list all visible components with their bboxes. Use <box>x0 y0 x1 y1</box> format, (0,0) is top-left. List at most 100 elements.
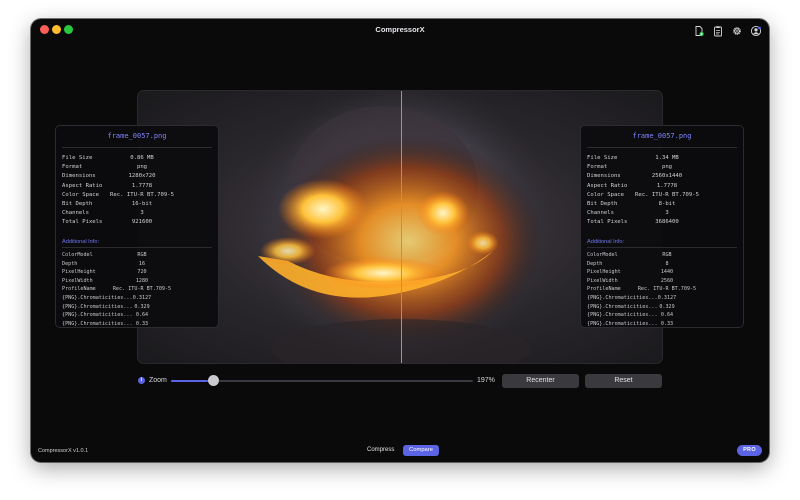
original-properties: File Size 0.86 MB Format png Dimensions 1280x… <box>62 155 212 229</box>
property-row: Total Pixels 921600 <box>62 219 212 228</box>
property-row: Format png <box>62 164 212 173</box>
property-key: ColorModel <box>62 252 93 258</box>
property-value: 0.64 <box>135 312 149 319</box>
property-key: {PNG}.Chromaticities... <box>587 303 658 310</box>
property-key: Channels <box>587 210 614 217</box>
property-row: Format png <box>587 164 737 173</box>
property-row: PixelWidth 2560 <box>587 278 737 287</box>
property-value: 2560x1440 <box>651 173 683 180</box>
property-value: 0.3127 <box>657 294 677 301</box>
property-key: Channels <box>62 210 89 217</box>
property-key: File Size <box>587 155 618 161</box>
property-value: 1280 <box>135 277 149 284</box>
property-value: 2560 <box>660 277 674 284</box>
property-row: {PNG}.Chromaticities... 0.3127 <box>587 295 737 304</box>
property-row: Dimensions 2560x1440 <box>587 173 737 182</box>
property-value: 8 <box>665 260 669 267</box>
zoom-slider-knob[interactable] <box>207 375 219 386</box>
property-key: Depth <box>587 260 603 267</box>
property-value: 1440 <box>660 269 674 276</box>
property-key: PixelHeight <box>587 269 621 276</box>
property-key: Aspect Ratio <box>587 182 628 189</box>
property-key: {PNG}.Chromaticities... <box>62 294 133 301</box>
property-key: Bit Depth <box>62 200 93 207</box>
property-row: Bit Depth 8-bit <box>587 201 737 210</box>
property-row: {PNG}.Chromaticities... 0.329 <box>62 304 212 313</box>
clipboard-icon[interactable] <box>712 25 724 37</box>
pro-badge[interactable]: PRO <box>737 445 762 456</box>
property-key: ColorModel <box>587 252 618 258</box>
property-value: png <box>136 164 148 171</box>
original-info-panel: frame_0057.png File Size 0.86 MB Format png… <box>55 125 219 328</box>
property-key: {PNG}.Chromaticities... <box>62 320 133 327</box>
property-value: 16-bit <box>131 200 153 207</box>
property-key: PixelWidth <box>62 277 93 284</box>
property-row: ProfileName Rec. ITU-R BT.709-5 <box>587 286 737 295</box>
property-row: {PNG}.Chromaticities... 0.64 <box>62 312 212 321</box>
property-key: PixelHeight <box>62 269 96 276</box>
property-row: {PNG}.Chromaticities... 0.3127 <box>62 295 212 304</box>
divider <box>62 247 212 248</box>
original-filename: frame_0057.png <box>107 132 167 140</box>
property-key: PixelWidth <box>587 277 618 284</box>
property-value: Rec. ITU-R BT.709-5 <box>637 286 697 293</box>
compressed-additional-properties[interactable]: ColorModel RGB Depth 8 PixelHeight 1440 PixelW… <box>587 252 737 327</box>
property-row: Color Space Rec. ITU-R BT.709-5 <box>62 192 212 201</box>
additional-info-label: Additional Info: <box>62 239 100 245</box>
tab-compare[interactable]: Compare <box>403 445 439 456</box>
original-additional-properties[interactable]: ColorModel RGB Depth 16 PixelHeight 720 PixelW… <box>62 252 212 327</box>
additional-info-label: Additional Info: <box>587 239 625 245</box>
property-key: Dimensions <box>587 173 621 180</box>
property-row: {PNG}.Chromaticities... 0.33 <box>62 320 212 327</box>
property-key: Color Space <box>62 191 100 198</box>
property-row: Color Space Rec. ITU-R BT.709-5 <box>587 192 737 201</box>
property-value: 0.33 <box>135 320 149 327</box>
zoom-slider-fill <box>171 380 214 382</box>
property-row: Channels 3 <box>587 210 737 219</box>
tab-compress[interactable]: Compress <box>367 447 394 453</box>
property-row: Depth 16 <box>62 261 212 270</box>
property-value: Rec. ITU-R BT.709-5 <box>635 191 699 198</box>
property-key: Aspect Ratio <box>62 182 103 189</box>
app-version: CompressorX v1.0.1 <box>38 448 89 454</box>
property-row: Aspect Ratio 1.7778 <box>62 183 212 192</box>
property-value: 16 <box>138 260 146 267</box>
property-key: Format <box>587 164 608 171</box>
window-title: CompressorX <box>375 25 425 34</box>
property-value: 1.7778 <box>131 182 153 189</box>
property-value: 0.3127 <box>132 294 152 301</box>
compressed-properties: File Size 1.34 MB Format png Dimensions 2560x… <box>587 155 737 229</box>
property-value: 3 <box>665 210 669 217</box>
property-key: Depth <box>62 260 78 267</box>
export-file-icon[interactable] <box>693 25 705 37</box>
property-value: png <box>661 164 673 171</box>
property-value: 0.329 <box>134 303 150 310</box>
recenter-button[interactable]: Recenter <box>502 374 579 388</box>
property-value: 720 <box>137 269 147 276</box>
property-row: Dimensions 1280x720 <box>62 173 212 182</box>
property-value: RGB <box>662 252 672 258</box>
property-row: Depth 8 <box>587 261 737 270</box>
property-row: Aspect Ratio 1.7778 <box>587 183 737 192</box>
info-icon[interactable]: i <box>138 377 145 384</box>
property-value: 0.33 <box>660 320 674 327</box>
gear-icon[interactable] <box>731 25 743 37</box>
reset-button[interactable]: Reset <box>585 374 662 388</box>
property-key: Dimensions <box>62 173 96 180</box>
titlebar: CompressorX <box>31 19 769 41</box>
compressed-filename: frame_0057.png <box>632 132 692 140</box>
property-key: {PNG}.Chromaticities... <box>587 294 658 301</box>
property-row: Total Pixels 3686400 <box>587 219 737 228</box>
property-key: Bit Depth <box>587 200 618 207</box>
property-row: File Size 1.34 MB <box>587 155 737 164</box>
property-key: Color Space <box>587 191 625 198</box>
account-icon[interactable] <box>750 25 762 37</box>
property-key: ProfileName <box>587 286 621 293</box>
property-row: {PNG}.Chromaticities... 0.33 <box>587 320 737 327</box>
property-row: ColorModel RGB <box>587 252 737 261</box>
property-row: PixelHeight 1440 <box>587 269 737 278</box>
comparison-divider-handle[interactable] <box>401 91 402 363</box>
divider <box>62 147 212 148</box>
property-value: Rec. ITU-R BT.709-5 <box>112 286 172 293</box>
property-value: 1.7778 <box>656 182 678 189</box>
